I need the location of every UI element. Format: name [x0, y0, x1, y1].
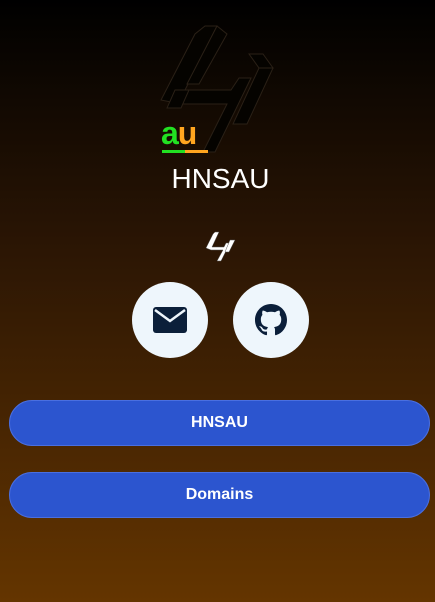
au-logo-text: au: [161, 115, 197, 151]
email-button[interactable]: [132, 282, 208, 358]
mail-icon: [153, 307, 187, 333]
au-underline: [162, 150, 208, 153]
link-button-domains[interactable]: Domains: [9, 472, 430, 518]
hnsau-small-logo: [205, 231, 236, 262]
link-button-hnsau[interactable]: HNSAU: [9, 400, 430, 446]
profile-name: HNSAU: [171, 163, 270, 194]
github-button[interactable]: [233, 282, 309, 358]
github-icon: [255, 304, 287, 336]
